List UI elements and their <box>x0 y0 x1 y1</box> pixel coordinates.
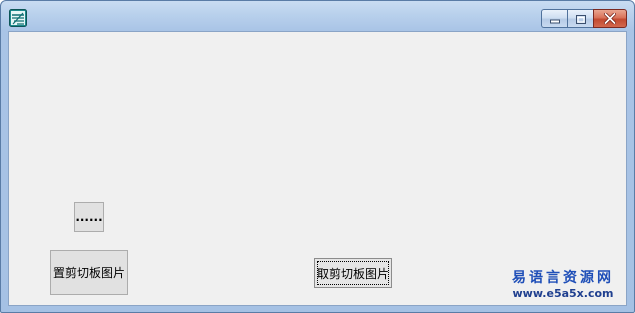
watermark-url: www.e5a5x.com <box>512 287 614 300</box>
minimize-icon <box>549 9 560 28</box>
title-bar[interactable] <box>1 1 634 31</box>
maximize-icon <box>575 9 586 28</box>
client-area: ...... 置剪切板图片 取剪切板图片 易语言资源网 www.e5a5x.co… <box>8 31 627 306</box>
close-icon <box>603 9 617 28</box>
application-window: ...... 置剪切板图片 取剪切板图片 易语言资源网 www.e5a5x.co… <box>0 0 635 313</box>
maximize-button[interactable] <box>567 9 593 28</box>
close-button[interactable] <box>593 9 627 28</box>
site-watermark: 易语言资源网 www.e5a5x.com <box>508 271 618 299</box>
watermark-site-name: 易语言资源网 <box>512 270 614 286</box>
ellipsis-button[interactable]: ...... <box>74 202 104 232</box>
caption-buttons <box>541 9 627 28</box>
minimize-button[interactable] <box>541 9 567 28</box>
get-clipboard-image-button[interactable]: 取剪切板图片 <box>314 258 392 288</box>
set-clipboard-image-button[interactable]: 置剪切板图片 <box>50 250 128 295</box>
app-logo-icon[interactable] <box>9 9 27 27</box>
